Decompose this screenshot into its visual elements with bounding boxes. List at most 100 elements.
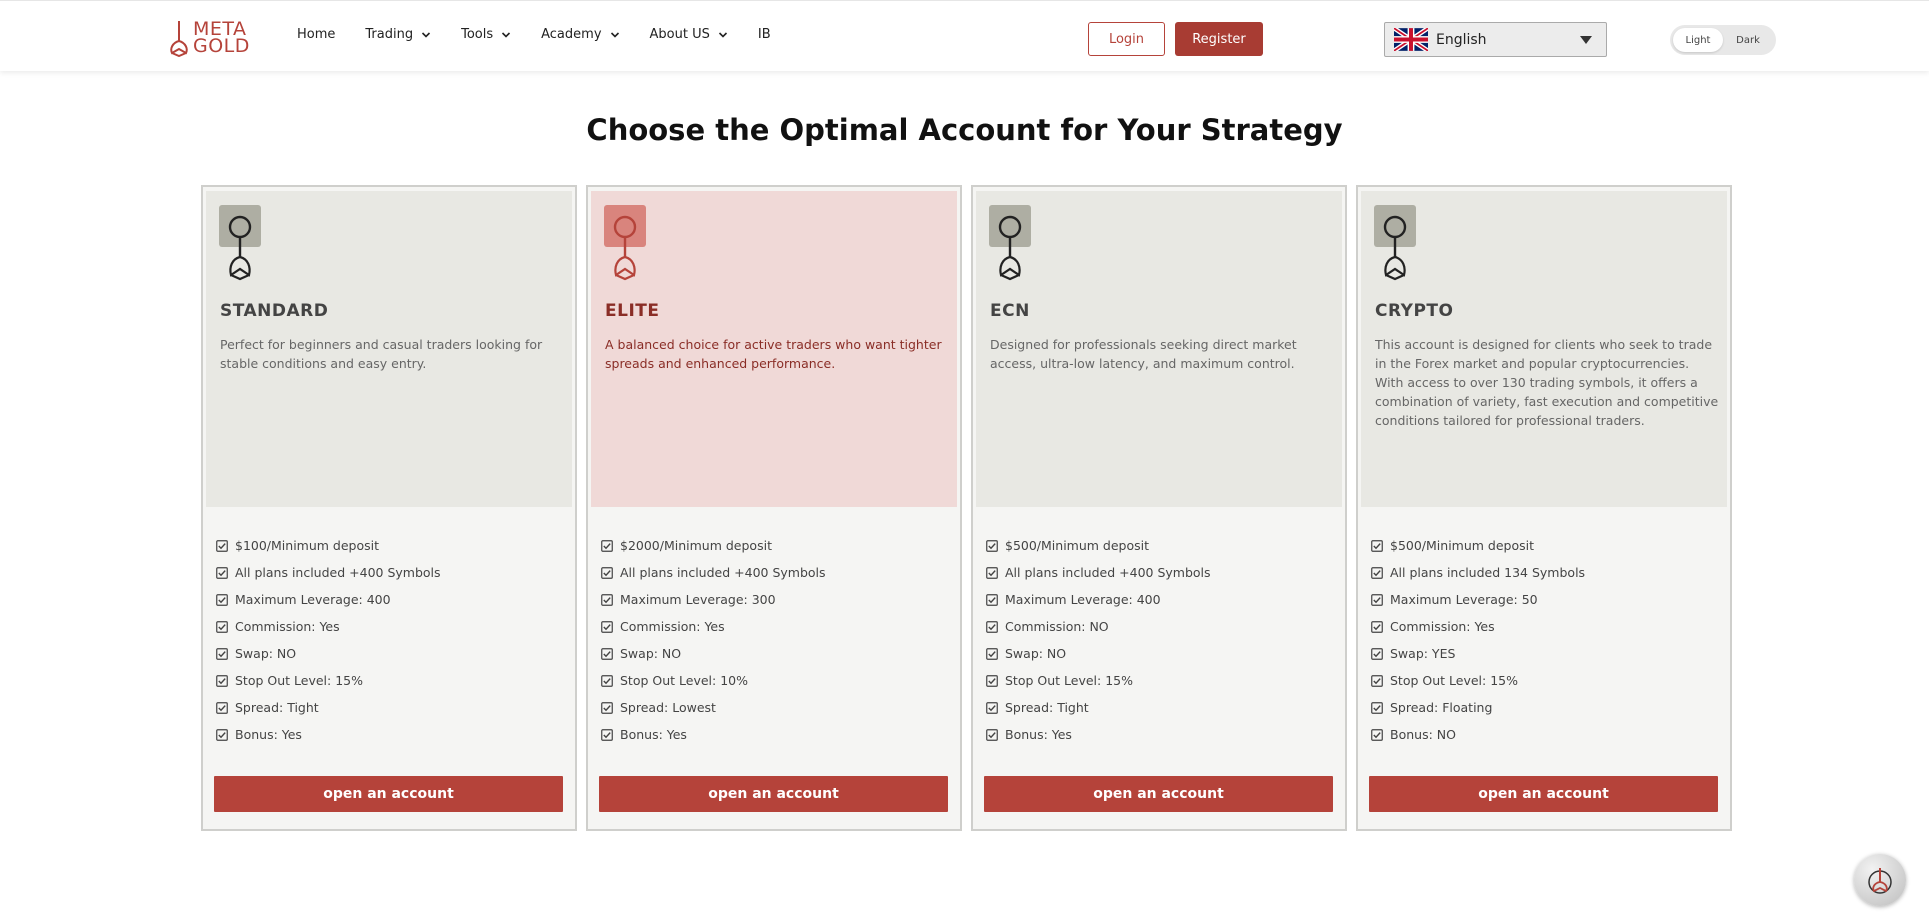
logo-icon: [170, 21, 188, 57]
feature-item: Commission: NO: [986, 613, 1211, 640]
checkbox-icon: [986, 593, 998, 606]
account-card-elite: ELITE A balanced choice for active trade…: [586, 185, 962, 831]
card-title: CRYPTO: [1375, 301, 1454, 321]
feature-list: $500/Minimum deposit All plans included …: [986, 532, 1211, 748]
feature-item: All plans included 134 Symbols: [1371, 559, 1585, 586]
open-account-button[interactable]: open an account: [984, 776, 1333, 812]
checkbox-icon: [216, 701, 228, 714]
checkbox-icon: [601, 539, 613, 552]
feature-text: Commission: Yes: [235, 619, 340, 634]
chat-button[interactable]: [1854, 854, 1906, 906]
checkbox-icon: [986, 701, 998, 714]
nav-trading[interactable]: Trading: [365, 27, 431, 42]
theme-light-option[interactable]: Light: [1673, 28, 1723, 52]
register-button[interactable]: Register: [1175, 22, 1263, 56]
feature-item: Stop Out Level: 15%: [986, 667, 1211, 694]
checkbox-icon: [986, 674, 998, 687]
open-account-button[interactable]: open an account: [599, 776, 948, 812]
chevron-down-icon: [502, 31, 511, 38]
card-description: Perfect for beginners and casual traders…: [220, 337, 543, 371]
account-icon: [1374, 205, 1416, 281]
checkbox-icon: [601, 728, 613, 741]
feature-text: Maximum Leverage: 400: [1005, 592, 1161, 607]
feature-item: Spread: Tight: [216, 694, 441, 721]
feature-item: Spread: Tight: [986, 694, 1211, 721]
checkbox-icon: [986, 728, 998, 741]
checkbox-icon: [986, 620, 998, 633]
feature-text: Swap: NO: [1005, 646, 1067, 661]
checkbox-icon: [216, 566, 228, 579]
feature-item: $100/Minimum deposit: [216, 532, 441, 559]
checkbox-icon: [1371, 674, 1383, 687]
checkbox-icon: [601, 701, 613, 714]
feature-item: Commission: Yes: [1371, 613, 1585, 640]
account-icon: [989, 205, 1031, 281]
feature-text: Commission: NO: [1005, 619, 1109, 634]
nav-about-us[interactable]: About US: [650, 27, 728, 42]
feature-item: $500/Minimum deposit: [1371, 532, 1585, 559]
language-select[interactable]: English: [1384, 22, 1607, 57]
login-button[interactable]: Login: [1088, 22, 1165, 56]
checkbox-icon: [1371, 701, 1383, 714]
checkbox-icon: [1371, 647, 1383, 660]
open-account-button[interactable]: open an account: [214, 776, 563, 812]
feature-text: Stop Out Level: 15%: [235, 673, 363, 688]
logo[interactable]: META GOLD: [168, 19, 250, 57]
feature-text: All plans included 134 Symbols: [1390, 565, 1586, 580]
nav-home[interactable]: Home: [297, 27, 335, 42]
feature-item: Swap: NO: [216, 640, 441, 667]
account-card-crypto: CRYPTO This account is designed for clie…: [1356, 185, 1732, 831]
checkbox-icon: [216, 593, 228, 606]
feature-text: $500/Minimum deposit: [1390, 538, 1535, 553]
feature-list: $100/Minimum deposit All plans included …: [216, 532, 441, 748]
feature-item: Bonus: Yes: [986, 721, 1211, 748]
feature-text: All plans included +400 Symbols: [620, 565, 826, 580]
feature-item: Bonus: Yes: [601, 721, 826, 748]
open-account-button[interactable]: open an account: [1369, 776, 1718, 812]
checkbox-icon: [986, 566, 998, 579]
feature-item: $500/Minimum deposit: [986, 532, 1211, 559]
card-description: A balanced choice for active traders who…: [605, 337, 942, 371]
feature-text: Maximum Leverage: 300: [620, 592, 776, 607]
card-title: ECN: [990, 301, 1030, 321]
feature-text: $100/Minimum deposit: [235, 538, 380, 553]
feature-item: Stop Out Level: 15%: [216, 667, 441, 694]
account-card-ecn: ECN Designed for professionals seeking d…: [971, 185, 1347, 831]
theme-toggle[interactable]: Light Dark: [1670, 25, 1776, 55]
chat-logo-icon: [1868, 868, 1892, 894]
logo-text: META GOLD: [193, 20, 250, 56]
nav-ib[interactable]: IB: [758, 27, 771, 42]
nav-tools-label: Tools: [461, 27, 494, 42]
nav-trading-label: Trading: [365, 27, 414, 42]
checkbox-icon: [1371, 728, 1383, 741]
checkbox-icon: [601, 647, 613, 660]
checkbox-icon: [216, 647, 228, 660]
feature-text: Stop Out Level: 10%: [620, 673, 748, 688]
account-icon: [219, 205, 261, 281]
checkbox-icon: [1371, 566, 1383, 579]
checkbox-icon: [216, 620, 228, 633]
site-header: META GOLD Home Trading Tools Academy Abo…: [0, 0, 1929, 71]
feature-text: Maximum Leverage: 50: [1390, 592, 1538, 607]
feature-text: $500/Minimum deposit: [1005, 538, 1150, 553]
chevron-down-icon: [422, 31, 431, 38]
theme-dark-option[interactable]: Dark: [1723, 28, 1773, 52]
feature-item: All plans included +400 Symbols: [986, 559, 1211, 586]
nav-ib-label: IB: [757, 27, 771, 42]
feature-text: Swap: NO: [235, 646, 297, 661]
card-header: ELITE A balanced choice for active trade…: [591, 191, 957, 507]
feature-text: Bonus: Yes: [1005, 727, 1072, 742]
feature-item: Commission: Yes: [601, 613, 826, 640]
nav-tools[interactable]: Tools: [461, 27, 511, 42]
checkbox-icon: [601, 566, 613, 579]
feature-text: Swap: YES: [1390, 646, 1456, 661]
nav-about-us-label: About US: [649, 27, 710, 42]
dropdown-arrow-icon: [1580, 36, 1592, 44]
feature-text: Spread: Floating: [1390, 700, 1493, 715]
nav-academy[interactable]: Academy: [541, 27, 619, 42]
feature-item: All plans included +400 Symbols: [216, 559, 441, 586]
feature-text: Spread: Tight: [1005, 700, 1089, 715]
feature-text: Stop Out Level: 15%: [1005, 673, 1133, 688]
card-header: ECN Designed for professionals seeking d…: [976, 191, 1342, 507]
card-title: STANDARD: [220, 301, 329, 321]
